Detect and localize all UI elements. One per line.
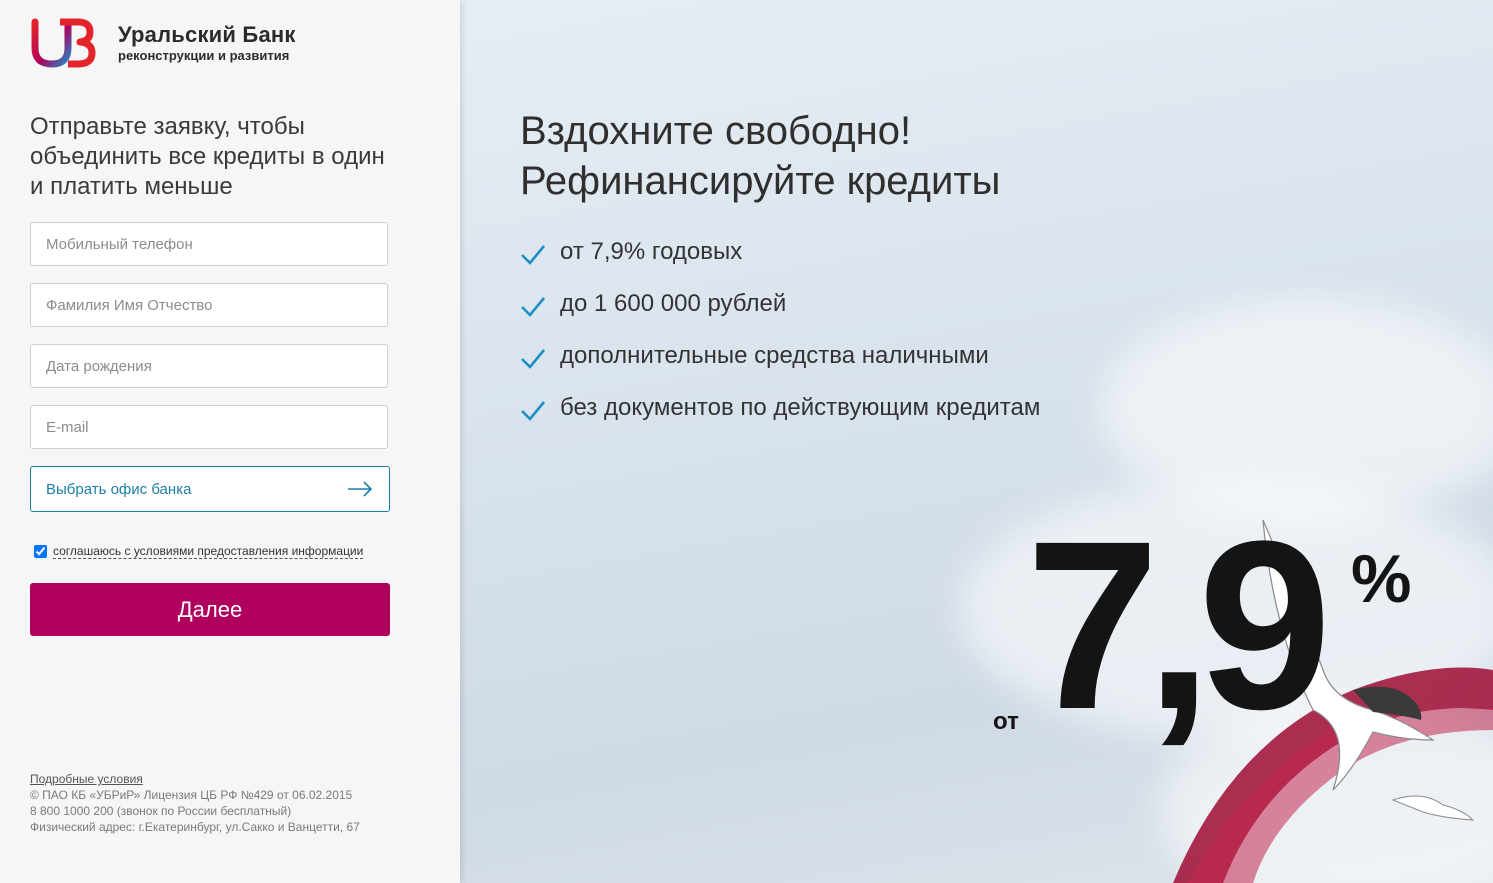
- promo-headline: Вздохните свободно! Рефинансируйте креди…: [520, 106, 1000, 206]
- footer: Подробные условия © ПАО КБ «УБРиР» Лицен…: [30, 771, 360, 835]
- benefit-text: от 7,9% годовых: [560, 238, 743, 265]
- select-office-button[interactable]: Выбрать офис банка: [30, 466, 390, 512]
- birth-field-wrapper: [30, 344, 388, 388]
- bank-name: Уральский Банк: [118, 22, 296, 47]
- select-office-label: Выбрать офис банка: [46, 480, 192, 498]
- phone-input[interactable]: [31, 223, 387, 265]
- agree-row: соглашаюсь с условиями предоставления ин…: [34, 544, 364, 559]
- headline-line-1: Вздохните свободно!: [520, 109, 912, 153]
- agree-link[interactable]: соглашаюсь с условиями предоставления ин…: [53, 544, 364, 559]
- phone-field-wrapper: [30, 222, 388, 266]
- bank-subtitle: реконструкции и развития: [118, 48, 290, 63]
- check-icon: [521, 401, 546, 421]
- rate-graphic: от 7,9 %: [933, 440, 1493, 883]
- headline-line-2: Рефинансируйте кредиты: [520, 159, 1001, 203]
- benefit-item: до 1 600 000 рублей: [520, 278, 1040, 330]
- birth-date-input[interactable]: [31, 345, 387, 387]
- benefit-text: без документов по действующим кредитам: [560, 394, 1041, 421]
- license-text: © ПАО КБ «УБРиР» Лицензия ЦБ РФ №429 от …: [30, 788, 353, 802]
- submit-button[interactable]: Далее: [30, 583, 390, 636]
- agree-checkbox[interactable]: [34, 545, 47, 558]
- benefit-item: дополнительные средства наличными: [520, 330, 1040, 382]
- address-text: Физический адрес: г.Екатеринбург, ул.Сак…: [30, 820, 360, 834]
- rate-prefix: от: [993, 708, 1019, 735]
- check-icon: [521, 349, 546, 369]
- full-name-input[interactable]: [31, 284, 387, 326]
- benefit-text: до 1 600 000 рублей: [560, 290, 787, 317]
- benefit-item: от 7,9% годовых: [520, 226, 1040, 278]
- terms-link[interactable]: Подробные условия: [30, 772, 143, 786]
- check-icon: [521, 297, 546, 317]
- benefit-item: без документов по действующим кредитам: [520, 382, 1040, 434]
- email-input[interactable]: [31, 406, 387, 448]
- email-field-wrapper: [30, 405, 388, 449]
- rate-value: 7,9: [1026, 491, 1332, 759]
- name-field-wrapper: [30, 283, 388, 327]
- bank-logo[interactable]: Уральский Банк реконструкции и развития: [30, 18, 296, 68]
- application-panel: Уральский Банк реконструкции и развития …: [0, 0, 460, 883]
- benefits-list: от 7,9% годовых до 1 600 000 рублей допо…: [520, 226, 1040, 434]
- benefit-text: дополнительные средства наличными: [560, 342, 989, 369]
- form-title: Отправьте заявку, чтобы объединить все к…: [30, 113, 385, 200]
- rate-unit: %: [1351, 541, 1412, 617]
- arrow-right-icon: [348, 481, 373, 497]
- phone-text: 8 800 1000 200 (звонок по России бесплат…: [30, 804, 292, 818]
- check-icon: [521, 245, 546, 265]
- promo-banner: Вздохните свободно! Рефинансируйте креди…: [460, 0, 1493, 883]
- ubrr-logo-icon: [31, 18, 96, 68]
